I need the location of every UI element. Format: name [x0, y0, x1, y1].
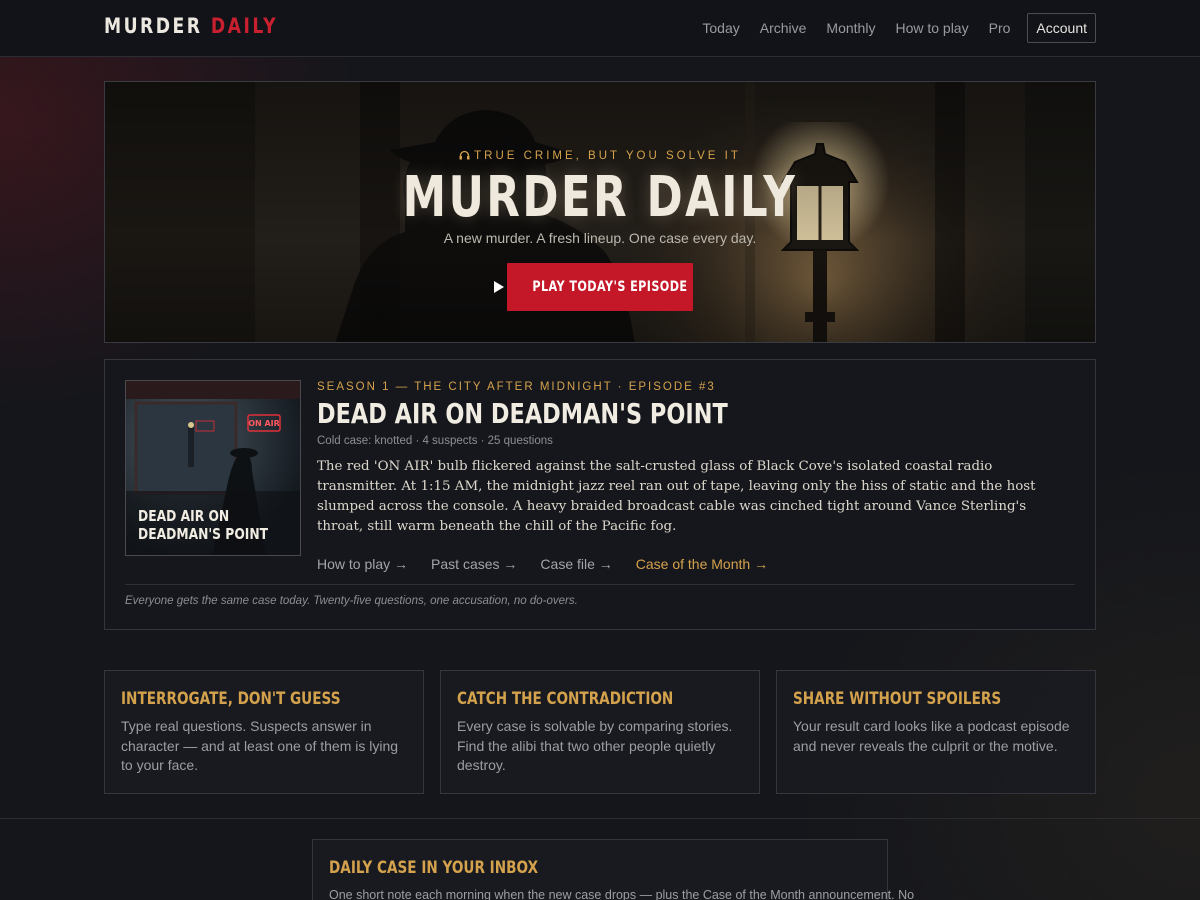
section-divider: [0, 818, 1200, 819]
logo-main: MURDER: [104, 14, 203, 38]
top-nav: MURDER DAILY Today Archive Monthly How t…: [0, 0, 1200, 57]
feature-card-interrogate: INTERROGATE, DON'T GUESS Type real quest…: [104, 670, 424, 794]
episode-divider: [125, 584, 1075, 585]
on-air-sign: ON AIR: [248, 419, 280, 428]
feature-title: INTERROGATE, DON'T GUESS: [121, 689, 341, 709]
episode-meta: Cold case: knotted · 4 suspects · 25 que…: [317, 435, 553, 447]
nav-links: Today Archive Monthly How to play Pro Ac…: [682, 13, 1096, 43]
feature-title: CATCH THE CONTRADICTION: [457, 689, 674, 709]
how-to-play-link[interactable]: How to play →: [317, 556, 408, 572]
account-button[interactable]: Account: [1027, 13, 1096, 43]
play-icon: [493, 281, 504, 293]
play-episode-label: PLAY TODAY'S EPISODE: [531, 279, 688, 295]
hero-kicker: TRUE CRIME, BUT YOU SOLVE IT: [105, 150, 1095, 162]
thumbnail-title: DEAD AIR ON DEADMAN'S POINT: [138, 507, 269, 543]
episode-card: ON AIR DEAD AIR ON DEADMAN'S POINT SEASO…: [104, 359, 1096, 630]
newsletter-text: One short note each morning when the new…: [329, 888, 915, 900]
feature-title: SHARE WITHOUT SPOILERS: [793, 689, 1002, 709]
nav-link-how-to-play[interactable]: How to play: [895, 20, 968, 36]
nav-link-today[interactable]: Today: [702, 20, 739, 36]
hero-banner: TRUE CRIME, BUT YOU SOLVE IT MURDER DAIL…: [104, 81, 1096, 343]
feature-text: Type real questions. Suspects answer in …: [121, 718, 399, 773]
newsletter-title: DAILY CASE IN YOUR INBOX: [329, 858, 539, 878]
newsletter-card: DAILY CASE IN YOUR INBOX One short note …: [312, 839, 915, 900]
hero-kicker-text: TRUE CRIME, BUT YOU SOLVE IT: [474, 150, 741, 162]
nav-link-archive[interactable]: Archive: [760, 20, 807, 36]
nav-link-pro[interactable]: Pro: [989, 20, 1011, 36]
case-file-link[interactable]: Case file →: [540, 556, 612, 572]
episode-kicker: SEASON 1 — THE CITY AFTER MIDNIGHT · EPI…: [317, 381, 716, 393]
episode-note: Everyone gets the same case today. Twent…: [125, 595, 578, 607]
episode-thumbnail[interactable]: ON AIR DEAD AIR ON DEADMAN'S POINT: [125, 380, 301, 556]
feature-text: Every case is solvable by comparing stor…: [457, 718, 733, 773]
hero-subtitle: A new murder. A fresh lineup. One case e…: [443, 230, 757, 246]
feature-card-share: SHARE WITHOUT SPOILERS Your result card …: [776, 670, 1096, 794]
past-cases-link[interactable]: Past cases →: [431, 556, 517, 572]
nav-link-monthly[interactable]: Monthly: [826, 20, 875, 36]
headphones-icon: [459, 150, 470, 160]
logo[interactable]: MURDER DAILY: [104, 14, 278, 38]
hero-title: MURDER DAILY: [402, 165, 798, 230]
episode-info: SEASON 1 — THE CITY AFTER MIDNIGHT · EPI…: [317, 381, 1077, 572]
case-of-the-month-link[interactable]: Case of the Month →: [636, 556, 768, 572]
feature-text: Your result card looks like a podcast ep…: [793, 718, 1070, 754]
feature-card-contradiction: CATCH THE CONTRADICTION Every case is so…: [440, 670, 760, 794]
episode-story: The red 'ON AIR' bulb flickered against …: [317, 459, 1036, 534]
hero-content: TRUE CRIME, BUT YOU SOLVE IT MURDER DAIL…: [105, 82, 1095, 311]
logo-accent: DAILY: [210, 14, 279, 38]
episode-links: How to play → Past cases → Case file → C…: [317, 556, 1077, 572]
episode-title: DEAD AIR ON DEADMAN'S POINT: [317, 397, 728, 430]
play-episode-button[interactable]: PLAY TODAY'S EPISODE: [493, 263, 693, 311]
